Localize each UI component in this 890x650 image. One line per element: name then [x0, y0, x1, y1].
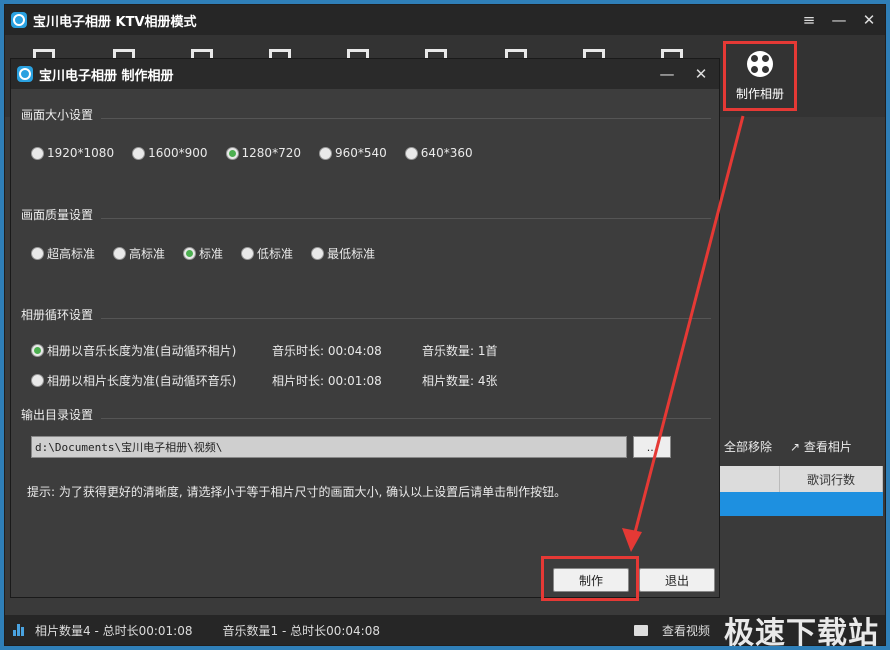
dialog-minimize-button[interactable]: —	[659, 66, 675, 82]
size-section-header: 画面大小设置	[21, 106, 711, 123]
exit-button[interactable]: 退出	[639, 568, 715, 592]
music-count-status: 音乐数量1 - 总时长00:04:08	[222, 623, 381, 638]
dialog-logo-icon	[17, 66, 33, 82]
quality-option-lowest[interactable]: 最低标准	[311, 245, 375, 262]
size-option-1280[interactable]: 1280*720	[225, 146, 301, 160]
right-panel-toolbar: 全部移除 ↗ 查看相片	[720, 433, 885, 459]
quality-options: 超高标准 高标准 标准 低标准 最低标准	[31, 245, 393, 262]
view-photos-button[interactable]: ↗ 查看相片	[790, 438, 852, 455]
menu-icon[interactable]: ≡	[801, 12, 817, 28]
main-title: 宝川电子相册 KTV相册模式	[33, 14, 197, 30]
quality-option-ultra[interactable]: 超高标准	[31, 245, 95, 262]
view-video-button[interactable]: 查看视频	[662, 622, 710, 639]
loop-option-music[interactable]: 相册以音乐长度为准(自动循环相片)	[31, 342, 236, 359]
remove-all-button[interactable]: 全部移除	[724, 438, 772, 455]
close-button[interactable]: ✕	[861, 12, 877, 28]
watermark: 极速下载站	[724, 616, 879, 650]
loop-option-photo[interactable]: 相册以相片长度为准(自动循环音乐)	[31, 372, 236, 389]
film-reel-icon	[747, 50, 773, 77]
photo-count: 相片数量: 4张	[422, 374, 498, 388]
photo-duration: 相片时长: 00:01:08	[272, 374, 382, 388]
output-section-header: 输出目录设置	[21, 406, 711, 423]
size-option-1600[interactable]: 1600*900	[132, 146, 208, 160]
output-path-input[interactable]	[31, 436, 627, 458]
lyrics-count-column[interactable]: 歌词行数	[780, 466, 883, 492]
hint-text: 提示: 为了获得更好的清晰度, 请选择小于等于相片尺寸的画面大小, 确认以上设置…	[27, 485, 567, 499]
right-table-header: 歌词行数	[720, 466, 883, 492]
make-album-tool-button[interactable]: 制作相册	[723, 41, 797, 111]
minimize-button[interactable]: —	[831, 12, 847, 28]
music-count: 音乐数量: 1首	[422, 344, 498, 358]
dialog-title: 宝川电子相册 制作相册	[39, 68, 174, 84]
main-titlebar: 宝川电子相册 KTV相册模式 ≡ — ✕	[5, 5, 885, 35]
make-album-dialog: 宝川电子相册 制作相册 — ✕ 画面大小设置 1920*1080 1600*90…	[10, 58, 720, 601]
quality-option-low[interactable]: 低标准	[241, 245, 293, 262]
size-option-1920[interactable]: 1920*1080	[31, 146, 114, 160]
browse-button[interactable]: ...	[633, 436, 671, 458]
statusbar: 相片数量4 - 总时长00:01:08 音乐数量1 - 总时长00:04:08 …	[5, 615, 885, 650]
quality-option-high[interactable]: 高标准	[113, 245, 165, 262]
make-album-label: 制作相册	[735, 86, 784, 101]
table-row[interactable]	[720, 492, 883, 516]
size-option-640[interactable]: 640*360	[404, 146, 473, 160]
quality-option-standard[interactable]: 标准	[183, 245, 223, 262]
app-logo-icon	[11, 12, 27, 28]
music-duration: 音乐时长: 00:04:08	[272, 344, 382, 358]
quality-section-header: 画面质量设置	[21, 206, 711, 223]
dialog-titlebar: 宝川电子相册 制作相册 — ✕	[11, 59, 719, 89]
size-options: 1920*1080 1600*900 1280*720 960*540 640*…	[31, 146, 491, 160]
folder-icon	[633, 624, 648, 636]
make-button[interactable]: 制作	[553, 568, 629, 592]
size-option-960[interactable]: 960*540	[318, 146, 387, 160]
photo-count-status: 相片数量4 - 总时长00:01:08	[35, 623, 193, 638]
loop-section-header: 相册循环设置	[21, 306, 711, 323]
stats-icon	[13, 624, 27, 636]
dialog-close-button[interactable]: ✕	[693, 66, 709, 82]
